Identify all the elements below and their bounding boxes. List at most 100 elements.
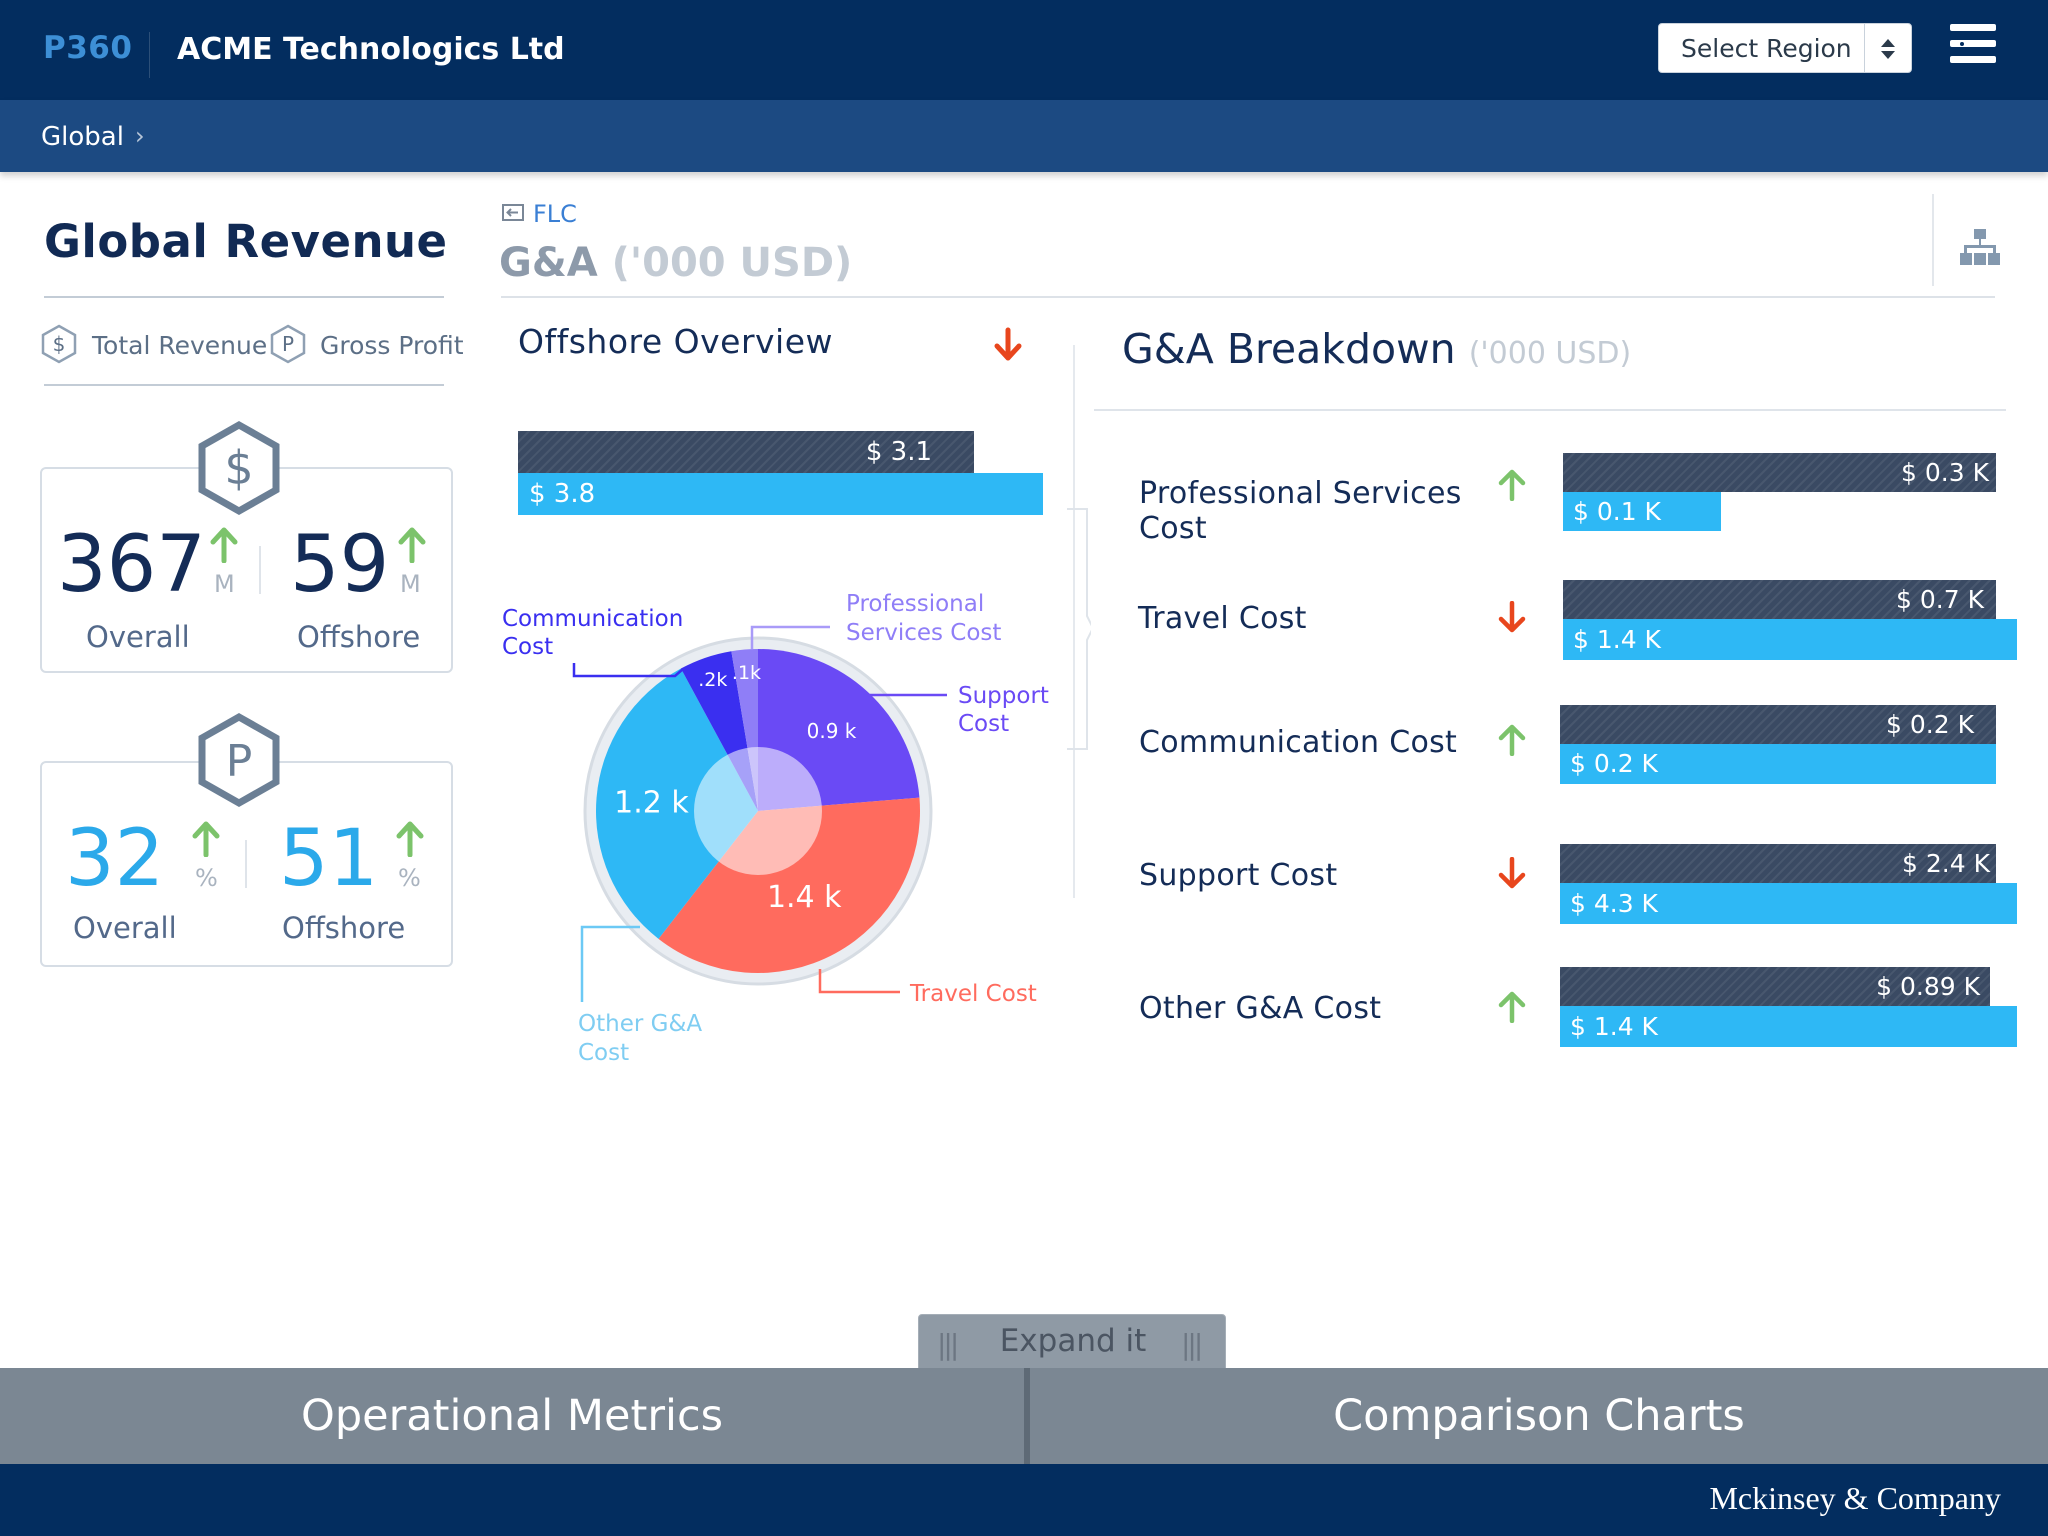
card-divider	[259, 546, 261, 594]
callout-line-travel	[818, 969, 900, 994]
bar-value-label: $ 0.2 K	[1570, 749, 1658, 778]
bar-value-label: $ 4.3 K	[1570, 889, 1658, 918]
expand-handle[interactable]: ||| Expand it |||	[918, 1314, 1226, 1369]
bar-value-label: $ 0.89 K	[1876, 972, 1980, 1001]
bar-value-label: $ 0.3 K	[1901, 458, 1989, 487]
bar-value-label: $ 3.8	[529, 479, 596, 509]
breakdown-bar-prior: $ 0.2 K	[1560, 705, 1996, 744]
section-title-unit: ('000 USD)	[611, 240, 853, 286]
pie-slice-label: 1.2 k	[614, 786, 689, 821]
brand-divider	[149, 32, 150, 78]
arrow-up-icon	[192, 821, 220, 857]
legend-gross-profit[interactable]: Gross Profit	[320, 331, 464, 360]
pie-center	[694, 747, 822, 875]
arrow-up-icon	[1498, 724, 1526, 756]
arrow-down-icon	[1498, 601, 1526, 633]
profit-badge-icon: P	[198, 712, 280, 808]
revenue-overall-value: 367	[57, 520, 206, 610]
breakdown-label-travel: Travel Cost	[1138, 601, 1307, 636]
breadcrumb: Global ›	[0, 100, 2048, 172]
footer-company: Mckinsey & Company	[1709, 1480, 2001, 1516]
bar-value-label: $ 0.1 K	[1573, 497, 1661, 526]
svg-text:$: $	[224, 441, 253, 495]
unit-label: %	[195, 864, 218, 892]
card-divider	[245, 840, 247, 888]
divider	[44, 296, 444, 298]
arrow-up-icon	[396, 821, 424, 857]
arrow-up-icon	[1498, 991, 1526, 1023]
breakdown-label-communication: Communication Cost	[1139, 725, 1458, 760]
bar-value-label: $ 1.4 K	[1570, 1012, 1658, 1041]
select-arrows-icon	[1864, 24, 1912, 72]
breakdown-bar-current: $ 4.3 K	[1560, 883, 2017, 924]
breakdown-bar-prior: $ 0.7 K	[1563, 580, 1996, 619]
breakdown-bar-current: $ 0.2 K	[1560, 744, 1996, 784]
profit-offshore-label: Offshore	[282, 911, 406, 945]
tab-operational-metrics[interactable]: Operational Metrics	[0, 1368, 1024, 1464]
callout-support: Support Cost	[958, 683, 1056, 737]
callout-communication: Communication Cost	[502, 606, 691, 660]
menu-icon[interactable]	[1950, 22, 1998, 70]
profit-overall-value: 32	[65, 814, 165, 904]
flc-link[interactable]: FLC	[533, 200, 577, 228]
svg-text:P: P	[282, 332, 294, 356]
company-name: ACME Technologics Ltd	[177, 32, 565, 67]
revenue-offshore-value: 59	[290, 520, 390, 610]
arrow-up-icon	[1498, 469, 1526, 501]
bracket-connector	[1067, 508, 1091, 750]
callout-travel: Travel Cost	[909, 981, 1037, 1007]
svg-text:$: $	[53, 332, 66, 356]
divider	[1932, 194, 1934, 286]
breakdown-title-unit: ('000 USD)	[1468, 336, 1632, 371]
breakdown-bar-prior: $ 2.4 K	[1560, 844, 1996, 883]
section-title-main: G&A	[499, 240, 598, 286]
callout-other: Other G&A Cost	[578, 1011, 709, 1066]
pie-slice-label: 0.9 k	[807, 719, 857, 743]
breakdown-bar-prior: $ 0.89 K	[1560, 967, 1990, 1006]
bar-value-label: $ 0.2 K	[1886, 710, 1974, 739]
top-bar: P360 ACME Technologics Ltd Select Region	[0, 0, 2048, 100]
arrow-down-icon	[1498, 857, 1526, 889]
profit-overall-label: Overall	[73, 911, 177, 945]
breakdown-title-main: G&A Breakdown	[1122, 325, 1456, 373]
unit-label: M	[400, 570, 421, 598]
offshore-bar-prior: $ 3.1	[518, 431, 974, 473]
legend-total-revenue[interactable]: Total Revenue	[92, 331, 267, 360]
revenue-offshore-label: Offshore	[297, 620, 421, 654]
callout-professional-services: Professional Services Cost	[846, 591, 1001, 646]
region-select[interactable]: Select Region	[1658, 23, 1912, 73]
profit-offshore-value: 51	[279, 814, 379, 904]
section-title: G&A ('000 USD)	[499, 240, 852, 286]
page-title: Global Revenue	[44, 215, 448, 268]
grip-icon: |||	[1181, 1328, 1203, 1361]
revenue-overall-label: Overall	[86, 620, 190, 654]
bar-value-label: $ 3.1	[865, 437, 932, 467]
app-logo[interactable]: P360	[43, 30, 132, 66]
breadcrumb-item-global[interactable]: Global	[41, 122, 124, 152]
profit-hex-icon: P	[270, 324, 306, 364]
tab-comparison-charts[interactable]: Comparison Charts	[1030, 1368, 2048, 1464]
region-select-label: Select Region	[1681, 34, 1852, 63]
svg-text:P: P	[226, 736, 253, 787]
pie-slice-label: 1.4 k	[767, 880, 842, 915]
breakdown-title: G&A Breakdown ('000 USD)	[1122, 325, 1631, 373]
arrow-up-icon	[210, 527, 238, 563]
bar-value-label: $ 0.7 K	[1896, 585, 1984, 614]
bar-value-label: $ 2.4 K	[1902, 849, 1990, 878]
hierarchy-icon[interactable]	[1960, 227, 2000, 267]
offshore-overview-title: Offshore Overview	[518, 322, 834, 361]
arrow-down-icon	[994, 327, 1022, 361]
unit-label: M	[214, 570, 235, 598]
back-icon[interactable]	[502, 204, 524, 221]
ga-pie-chart: 0.9 k 1.4 k 1.2 k .2k .1k Communication Cost…	[502, 591, 1056, 1066]
callout-line-other	[580, 925, 640, 1002]
breakdown-bar-prior: $ 0.3 K	[1563, 453, 1996, 492]
unit-label: %	[398, 864, 421, 892]
dollar-badge-icon: $	[198, 420, 280, 516]
bar-value-label: $ 1.4 K	[1573, 625, 1661, 654]
dollar-hex-icon: $	[41, 324, 77, 364]
breakdown-bar-current: $ 0.1 K	[1563, 492, 1721, 531]
divider	[501, 296, 1995, 298]
pie-slice-label: .1k	[732, 662, 761, 684]
breakdown-label-professional: Professional Services Cost	[1139, 476, 1462, 546]
